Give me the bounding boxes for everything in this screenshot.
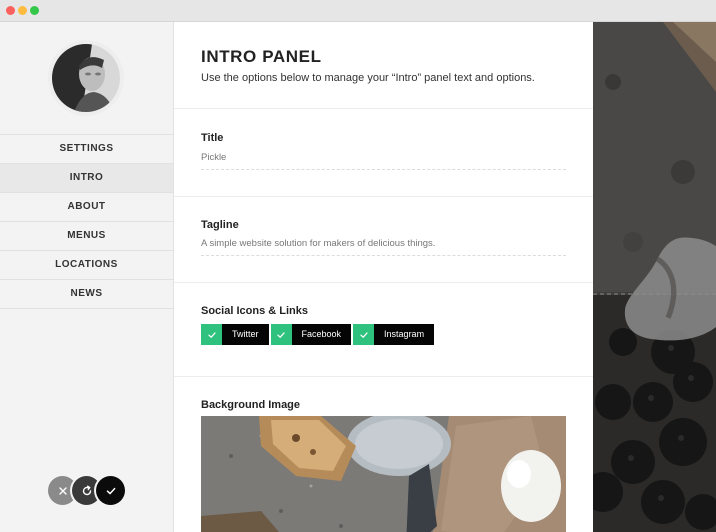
app-window: SETTINGS INTRO ABOUT MENUS LOCATIONS NEW… [0, 0, 716, 532]
background-image-thumbnail[interactable] [201, 416, 566, 532]
twitter-label[interactable]: Twitter [222, 324, 269, 345]
social-toggle-instagram[interactable]: Instagram [353, 324, 435, 345]
logo-icon [624, 237, 716, 341]
twitter-checkbox[interactable] [201, 324, 222, 345]
title-label: Title [201, 132, 224, 144]
sidebar-nav: SETTINGS INTRO ABOUT MENUS LOCATIONS NEW… [0, 134, 173, 309]
tagline-section: Tagline A simple website solution for ma… [174, 197, 593, 283]
food-photo [201, 416, 566, 532]
social-toggle-twitter[interactable]: Twitter [201, 324, 269, 345]
save-button[interactable] [96, 476, 125, 505]
tagline-label: Tagline [201, 219, 239, 231]
sidebar: SETTINGS INTRO ABOUT MENUS LOCATIONS NEW… [0, 22, 174, 532]
site-preview [593, 22, 716, 532]
avatar-photo [52, 44, 120, 112]
sidebar-item-menus[interactable]: MENUS [0, 222, 173, 251]
check-icon [359, 331, 368, 338]
facebook-label[interactable]: Facebook [291, 324, 352, 345]
sidebar-item-about[interactable]: ABOUT [0, 193, 173, 222]
sidebar-item-news[interactable]: NEWS [0, 280, 173, 309]
sidebar-item-intro[interactable]: INTRO [0, 164, 173, 193]
social-toggle-facebook[interactable]: Facebook [270, 324, 352, 345]
social-links: Twitter Facebook Instagram [201, 324, 436, 345]
window-minimize-button[interactable] [18, 6, 27, 15]
intro-panel: INTRO PANEL Use the options below to man… [174, 22, 593, 532]
refresh-icon [82, 485, 91, 495]
window-zoom-button[interactable] [30, 6, 39, 15]
sidebar-item-locations[interactable]: LOCATIONS [0, 251, 173, 280]
window-close-button[interactable] [6, 6, 15, 15]
close-icon [58, 486, 67, 495]
check-icon [106, 487, 115, 494]
panel-header: INTRO PANEL Use the options below to man… [174, 22, 593, 109]
instagram-checkbox[interactable] [353, 324, 375, 345]
title-input[interactable]: Pickle [201, 152, 566, 170]
check-icon [277, 331, 285, 338]
background-image-label: Background Image [201, 399, 301, 411]
page-title: INTRO PANEL [201, 47, 322, 66]
title-bar [0, 0, 716, 22]
action-buttons [48, 476, 128, 506]
facebook-checkbox[interactable] [270, 324, 292, 345]
check-icon [207, 331, 216, 338]
avatar[interactable] [52, 44, 120, 112]
sidebar-item-settings[interactable]: SETTINGS [0, 135, 173, 164]
page-description: Use the options below to manage your “In… [201, 72, 535, 84]
social-label: Social Icons & Links [201, 305, 308, 317]
tagline-input[interactable]: A simple website solution for makers of … [201, 238, 566, 256]
instagram-label[interactable]: Instagram [374, 324, 435, 345]
title-section: Title Pickle [174, 109, 593, 197]
